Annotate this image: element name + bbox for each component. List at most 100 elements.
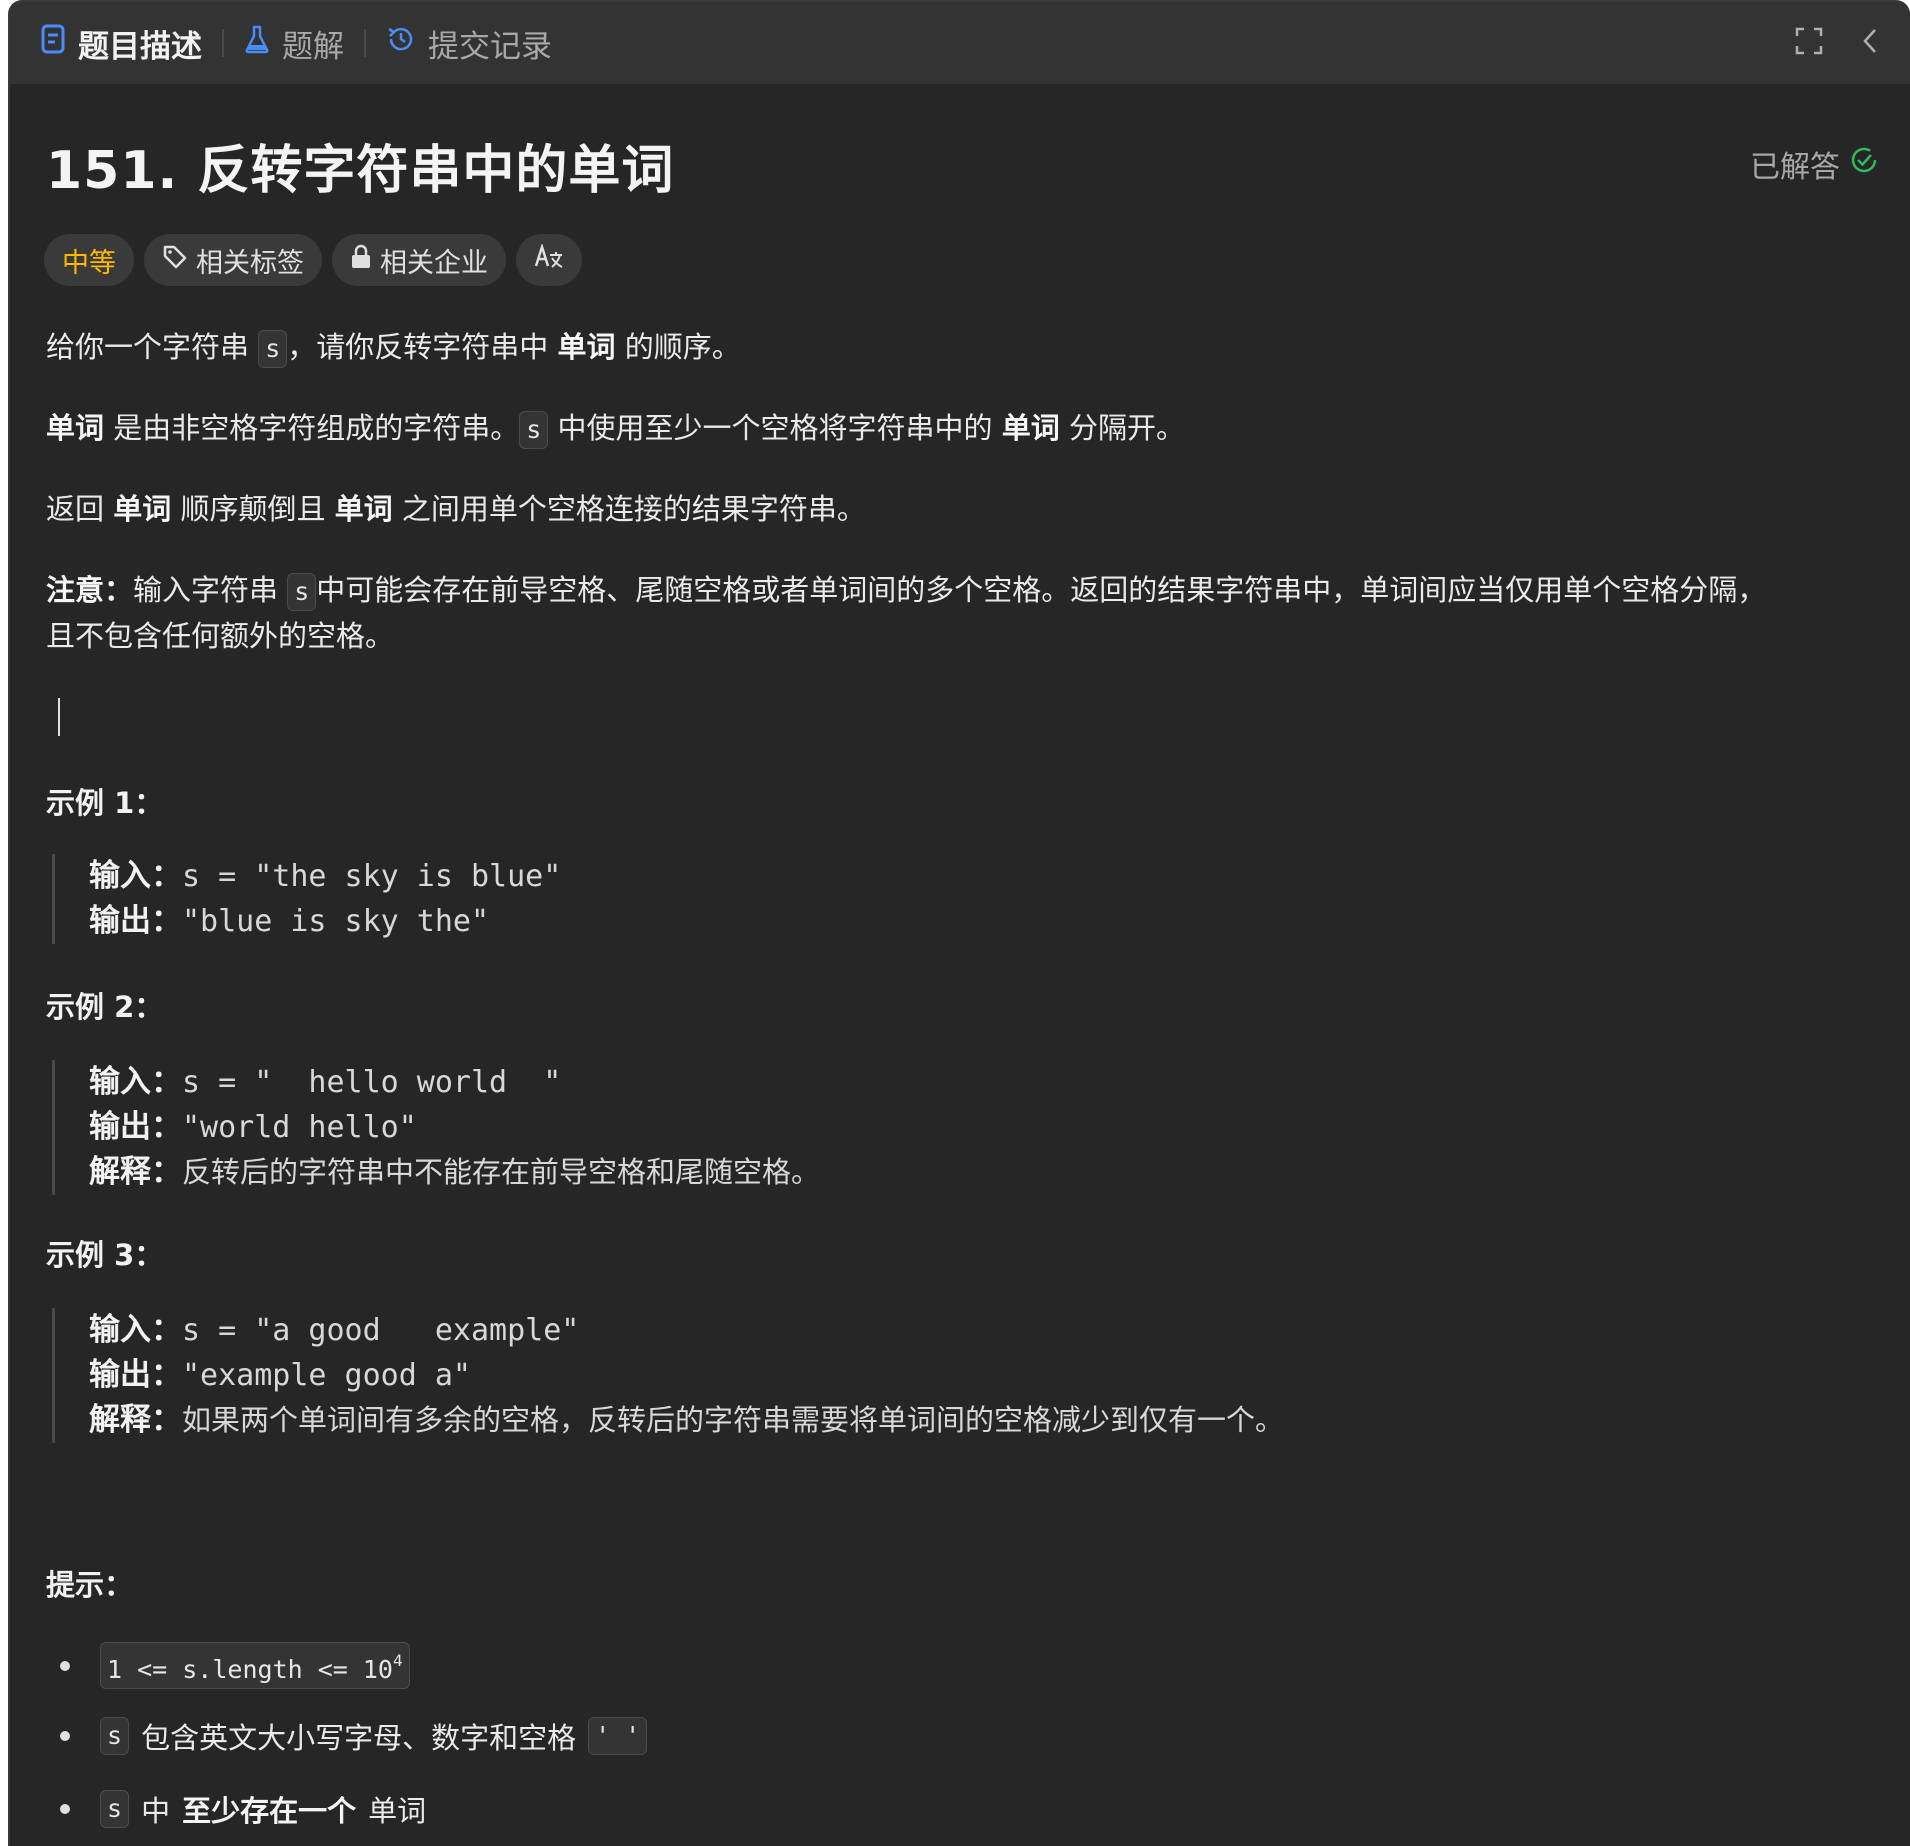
bold-text: 单词 [113, 492, 172, 526]
tab-bar: 题目描述 题解 提交记录 [10, 2, 1910, 84]
bullet [60, 1804, 70, 1814]
value: 如果两个单词间有多余的空格，反转后的字符串需要将单词间的空格减少到仅有一个。 [182, 1405, 1285, 1437]
description-note: 注意：输入字符串 s 中可能会存在前导空格、尾随空格或者单词间的多个空格。返回的结… [46, 567, 1766, 659]
example-output: 输出："example good a" [89, 1353, 1284, 1398]
tab-label: 提交记录 [428, 28, 552, 65]
value: "world hello" [182, 1110, 417, 1145]
text: 中可能会存在前导空格、尾随空格或者单词间的多个空格。返回的结果字符串中，单词间应… [316, 573, 1767, 607]
description-paragraph-1: 给你一个字符串 s ，请你反转字符串中 单词 的顺序。 [46, 324, 741, 370]
text: 且不包含任何额外的空格。 [46, 619, 395, 653]
description-paragraph-3: 返回 单词 顺序颠倒且 单词 之间用单个空格连接的结果字符串。 [46, 486, 866, 532]
translate-button[interactable] [516, 234, 582, 286]
bold-text: 至少存在一个 [182, 1794, 357, 1828]
flask-icon [244, 24, 270, 62]
difficulty-badge: 中等 [44, 234, 134, 286]
text: 之间用单个空格连接的结果字符串。 [392, 492, 866, 526]
text: 给你一个字符串 [46, 330, 259, 364]
label: 输入： [89, 1312, 182, 1347]
value: "blue is sky the" [182, 904, 490, 939]
inline-code: ' ' [588, 1717, 648, 1755]
tag-row: 中等 相关标签 相关企业 [44, 234, 582, 286]
label: 解释： [89, 1402, 182, 1437]
label: 输出： [89, 1357, 182, 1392]
related-tags-button[interactable]: 相关标签 [144, 234, 322, 286]
description-paragraph-2: 单词 是由非空格字符组成的字符串。 s 中使用至少一个空格将字符串中的 单词 分隔… [46, 405, 1185, 451]
example-2-heading: 示例 2： [46, 990, 164, 1024]
problem-panel: 题目描述 题解 提交记录 151. 反转字符串中的单词 已解答 中等 相关标签 … [8, 0, 1910, 1846]
bullet [60, 1660, 70, 1671]
constraint-item: 1 <= s.length <= 104 [60, 1642, 410, 1689]
tab-solutions[interactable]: 题解 [244, 2, 344, 84]
inline-code: s [100, 1717, 130, 1755]
collapse-panel-icon[interactable] [1860, 26, 1880, 60]
related-companies-button[interactable]: 相关企业 [332, 234, 506, 286]
example-input: 输入：s = "a good example" [89, 1308, 1284, 1353]
translate-icon [534, 242, 564, 277]
value: s = " hello world " [182, 1065, 562, 1100]
example-1-heading: 示例 1： [46, 786, 164, 820]
label: 输入： [89, 1064, 182, 1099]
history-icon [386, 24, 416, 62]
example-explanation: 解释：如果两个单词间有多余的空格，反转后的字符串需要将单词间的空格减少到仅有一个… [89, 1398, 1284, 1443]
related-companies-label: 相关企业 [380, 247, 488, 279]
example-3-block: 输入：s = "a good example" 输出："example good… [52, 1308, 1284, 1443]
bold-text: 单词 [46, 411, 105, 445]
inline-code: 1 <= s.length <= 104 [100, 1642, 410, 1689]
constraint-item: s 中 至少存在一个 单词 [60, 1788, 426, 1830]
solved-label: 已解答 [1750, 150, 1840, 185]
tab-submissions[interactable]: 提交记录 [386, 2, 552, 84]
value: s = "the sky is blue" [182, 859, 562, 894]
code-text: 1 <= s.length <= 10 [107, 1655, 393, 1684]
text: 分隔开。 [1059, 411, 1185, 445]
text: 的顺序。 [615, 330, 741, 364]
label: 解释： [89, 1154, 182, 1189]
value: 反转后的字符串中不能存在前导空格和尾随空格。 [182, 1157, 821, 1189]
bold-text: 单词 [334, 492, 393, 526]
text-cursor [58, 698, 60, 736]
tab-label: 题解 [282, 28, 344, 65]
bold-text: 注意： [46, 573, 134, 607]
fullscreen-icon[interactable] [1794, 26, 1824, 60]
label: 输出： [89, 903, 182, 938]
inline-code: s [287, 573, 317, 611]
bold-text: 单词 [1001, 411, 1060, 445]
tab-description[interactable]: 题目描述 [40, 2, 202, 84]
bullet [60, 1731, 70, 1741]
solved-status: 已解答 [1750, 142, 1878, 186]
constraint-item: s 包含英文大小写字母、数字和空格 ' ' [60, 1715, 648, 1757]
related-tags-label: 相关标签 [196, 247, 304, 279]
value: s = "a good example" [182, 1313, 580, 1348]
text: 是由非空格字符组成的字符串。 [104, 411, 520, 445]
check-circle-icon [1850, 146, 1878, 182]
value: "example good a" [182, 1358, 471, 1393]
tab-label: 题目描述 [78, 28, 202, 65]
text: 包含英文大小写字母、数字和空格 [141, 1721, 577, 1755]
inline-code: s [519, 411, 549, 449]
example-input: 输入：s = "the sky is blue" [89, 854, 561, 899]
inline-code: s [258, 330, 288, 368]
text: 单词 [368, 1794, 427, 1828]
tab-divider [222, 29, 224, 57]
example-3-heading: 示例 3： [46, 1238, 164, 1272]
text: 中使用至少一个空格将字符串中的 [548, 411, 1002, 445]
example-2-block: 输入：s = " hello world " 输出："world hello" … [52, 1060, 820, 1195]
label: 输出： [89, 1109, 182, 1144]
document-icon [40, 24, 66, 62]
superscript: 4 [392, 1651, 403, 1670]
example-input: 输入：s = " hello world " [89, 1060, 820, 1105]
lock-icon [350, 244, 372, 277]
inline-code: s [100, 1790, 130, 1828]
text: 中 [141, 1794, 171, 1828]
example-output: 输出："blue is sky the" [89, 899, 561, 944]
text: 顺序颠倒且 [171, 492, 335, 526]
text: ，请你反转字符串中 [287, 330, 558, 364]
label: 输入： [89, 858, 182, 893]
problem-title: 151. 反转字符串中的单词 [46, 141, 675, 201]
example-output: 输出："world hello" [89, 1105, 820, 1150]
tag-icon [162, 244, 188, 277]
example-1-block: 输入：s = "the sky is blue" 输出："blue is sky… [52, 854, 561, 944]
tab-divider [364, 29, 366, 57]
text: 输入字符串 [133, 573, 288, 607]
example-explanation: 解释：反转后的字符串中不能存在前导空格和尾随空格。 [89, 1150, 820, 1195]
constraints-heading: 提示： [46, 1568, 134, 1602]
